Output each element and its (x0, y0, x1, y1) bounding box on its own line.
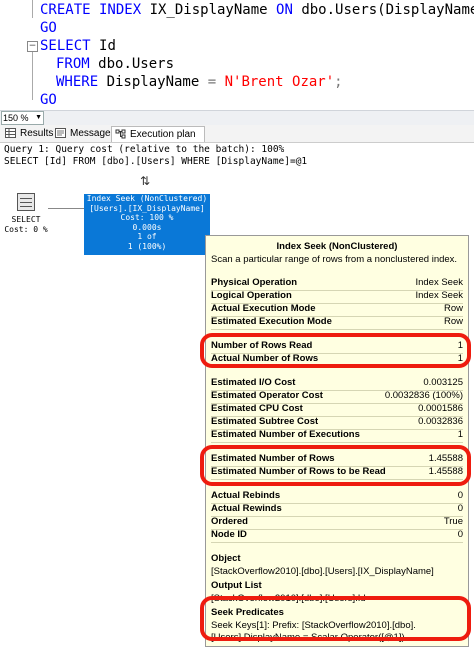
fold-guide (32, 52, 33, 100)
tooltip-row: Estimated Subtree Cost 0.0032836 (211, 416, 463, 430)
output-list-header: Output List (211, 580, 262, 591)
code-line-1: CREATE INDEX IX_DisplayName ON dbo.Users… (40, 2, 474, 18)
tab-execution-plan[interactable]: Execution plan (111, 126, 205, 142)
messages-icon (55, 128, 66, 138)
seek-node-line-6: 1 (100%) (127, 241, 167, 251)
zoom-value: 150 % (3, 113, 29, 123)
select-operator-node[interactable]: SELECT Cost: 0 % (4, 193, 48, 235)
tooltip-row: Estimated I/O Cost 0.003125 (211, 377, 463, 391)
tab-label: Results (20, 128, 54, 139)
tooltip-row: Estimated Execution Mode Row (211, 316, 463, 330)
plan-arrow (48, 208, 84, 209)
tooltip-row: Estimated CPU Cost 0.0001586 (211, 403, 463, 417)
tooltip-row: Ordered True (211, 516, 463, 530)
execution-plan-pane[interactable]: Query 1: Query cost (relative to the bat… (0, 143, 474, 647)
select-node-cost: Cost: 0 % (4, 225, 48, 234)
tab-messages[interactable]: Messages (52, 126, 116, 141)
seek-node-line-2: [Users].[IX_DisplayName] (89, 203, 205, 213)
seek-node-line-1: Index Seek (NonClustered) (86, 194, 208, 203)
zoom-select[interactable]: 150 % ▼ (1, 111, 44, 125)
code-line-4: FROM dbo.Users (56, 56, 175, 72)
object-value: [StackOverflow2010].[dbo].[Users].[IX_Di… (211, 566, 434, 577)
tooltip-row: Logical Operation Index Seek (211, 290, 463, 304)
query-text-line: SELECT [Id] FROM [dbo].[Users] WHERE [Di… (4, 156, 308, 167)
query-cost-line: Query 1: Query cost (relative to the bat… (4, 144, 285, 155)
seek-node-line-4: 0.000s (132, 222, 162, 232)
tooltip-row: Actual Rewinds 0 (211, 503, 463, 517)
code-line-2: GO (40, 20, 57, 36)
highlight-rows-read (200, 333, 471, 368)
collapse-icon[interactable]: − (27, 41, 38, 52)
zoom-bar: 150 % ▼ (0, 110, 474, 125)
code-line-6: GO (40, 92, 57, 108)
tab-results[interactable]: Results (2, 126, 53, 141)
tooltip-row: Node ID 0 (211, 529, 463, 543)
select-operator-icon (17, 193, 35, 211)
select-node-label: SELECT (11, 215, 41, 224)
tooltip-row: Estimated Number of Executions 1 (211, 429, 463, 443)
execution-plan-icon (115, 129, 126, 139)
tab-label: Execution plan (130, 129, 196, 140)
seek-node-line-3: Cost: 100 % (120, 213, 174, 223)
tooltip-row: Physical Operation Index Seek (211, 277, 463, 291)
seek-node-line-5: 1 of (137, 232, 157, 242)
tooltip-title: Index Seek (NonClustered) (276, 241, 398, 252)
tooltip-row: Actual Rebinds 0 (211, 490, 463, 504)
code-line-5: WHERE DisplayName = N'Brent Ozar'; (56, 74, 343, 90)
result-tabs: Results Messages Execution plan (0, 125, 474, 143)
grid-icon (5, 128, 16, 138)
tab-label: Messages (70, 128, 116, 139)
index-seek-operator-node[interactable]: Index Seek (NonClustered) [Users].[IX_Di… (84, 194, 210, 255)
highlight-estimated-rows (200, 445, 471, 486)
highlight-seek-predicates (200, 596, 471, 641)
tooltip-description: Scan a particular range of rows from a n… (211, 254, 458, 265)
operator-tooltip: Index Seek (NonClustered) Scan a particu… (205, 235, 469, 647)
tooltip-row: Estimated Operator Cost 0.0032836 (100%) (211, 390, 463, 404)
sql-editor[interactable]: CREATE INDEX IX_DisplayName ON dbo.Users… (0, 0, 474, 110)
tooltip-row: Actual Execution Mode Row (211, 303, 463, 317)
code-line-3: SELECT Id (40, 38, 116, 54)
object-header: Object (211, 553, 241, 564)
chevron-down-icon: ▼ (35, 114, 42, 121)
missing-index-icon: ⇅ (140, 174, 151, 188)
fold-guide (32, 0, 33, 18)
